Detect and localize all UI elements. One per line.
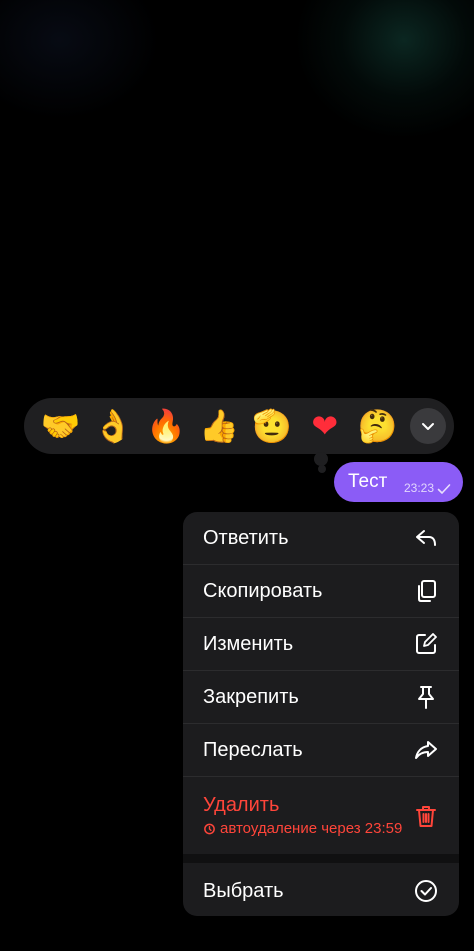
forward-icon (413, 737, 439, 763)
reaction-ok-hand[interactable]: 👌 (87, 398, 140, 454)
reply-icon (413, 525, 439, 551)
menu-item-pin[interactable]: Закрепить (183, 671, 459, 724)
check-icon (437, 484, 451, 494)
menu-item-select[interactable]: Выбрать (183, 863, 459, 916)
chat-screen: 🤝 👌 🔥 👍 🫡 ❤ 🤔 Тест 23:23 Ответить Скопир… (0, 0, 474, 951)
timer-icon (204, 823, 215, 835)
autodelete-label: автоудаление через 23:59 (220, 820, 403, 837)
reaction-fire[interactable]: 🔥 (140, 398, 193, 454)
menu-item-label: Скопировать (203, 579, 323, 602)
menu-item-label: Изменить (203, 632, 294, 655)
menu-item-reply[interactable]: Ответить (183, 512, 459, 565)
menu-item-label: Закрепить (203, 685, 299, 708)
check-circle-icon (413, 878, 439, 904)
message-time: 23:23 (403, 481, 434, 495)
menu-item-label: Переслать (203, 738, 303, 761)
copy-icon (413, 578, 439, 604)
reaction-handshake[interactable]: 🤝 (34, 398, 87, 454)
chevron-down-icon (422, 423, 435, 430)
menu-item-copy[interactable]: Скопировать (183, 565, 459, 618)
reaction-heart[interactable]: ❤ (298, 398, 351, 454)
background-glow-left (0, 0, 160, 120)
menu-item-edit[interactable]: Изменить (183, 618, 459, 671)
menu-item-label: Выбрать (203, 879, 284, 902)
message-bubble[interactable]: Тест 23:23 (334, 462, 463, 502)
reaction-thumbs-up[interactable]: 👍 (193, 398, 246, 454)
menu-item-delete[interactable]: Удалить автоудаление через 23:59 (183, 777, 459, 854)
message-text: Тест (348, 471, 388, 492)
menu-separator (183, 854, 459, 863)
menu-item-label: Удалить (203, 794, 280, 816)
context-menu: Ответить Скопировать Изменить Закрепить … (183, 512, 459, 916)
menu-item-forward[interactable]: Переслать (183, 724, 459, 777)
reaction-bar-tail-small (318, 465, 326, 473)
trash-icon (413, 803, 439, 829)
autodelete-timer: автоудаление через 23:59 (203, 820, 423, 837)
pin-icon (413, 684, 439, 710)
menu-item-label: Ответить (203, 526, 289, 549)
reaction-salute[interactable]: 🫡 (246, 398, 299, 454)
reaction-bar-tail (314, 452, 328, 466)
background-glow (294, 0, 474, 140)
reaction-bar: 🤝 👌 🔥 👍 🫡 ❤ 🤔 (24, 398, 454, 454)
edit-icon (413, 631, 439, 657)
expand-reactions-button[interactable] (410, 408, 447, 444)
message-meta: 23:23 (404, 481, 451, 502)
reaction-thinking[interactable]: 🤔 (351, 398, 404, 454)
